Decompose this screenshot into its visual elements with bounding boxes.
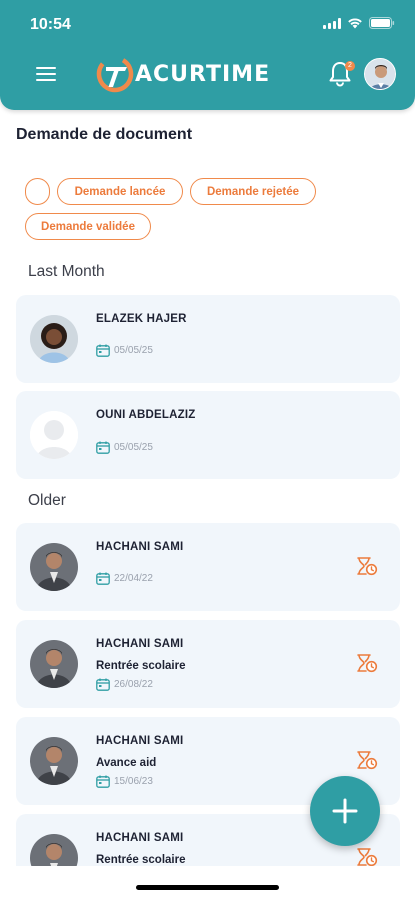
- avatar: [30, 543, 78, 591]
- home-indicator[interactable]: [136, 885, 279, 890]
- employee-name: HACHANI SAMI: [96, 735, 184, 747]
- request-date: 05/05/25: [114, 442, 153, 453]
- section-label-older: Older: [28, 492, 66, 509]
- filter-chip-lancee[interactable]: Demande lancée: [57, 178, 183, 205]
- filter-chip-all[interactable]: [25, 178, 50, 205]
- hourglass-clock-icon: [357, 751, 378, 770]
- date-row: 22/04/22: [96, 572, 153, 585]
- notification-badge: 2: [345, 61, 355, 71]
- request-date: 05/05/25: [114, 345, 153, 356]
- avatar-placeholder: [30, 411, 78, 459]
- date-row: 05/05/25: [96, 344, 153, 357]
- avatar: [30, 737, 78, 785]
- request-card[interactable]: ELAZEK HAJER 05/05/25: [16, 295, 400, 383]
- hourglass-clock-icon: [357, 848, 378, 867]
- filter-chip-rejetee[interactable]: Demande rejetée: [190, 178, 316, 205]
- status-icons: [323, 17, 395, 29]
- calendar-icon: [96, 572, 110, 585]
- status-bar: 10:54: [0, 0, 415, 48]
- status-time: 10:54: [30, 16, 71, 33]
- date-row: 15/06/23: [96, 775, 153, 788]
- employee-name: HACHANI SAMI: [96, 638, 184, 650]
- request-date: 22/04/22: [114, 573, 153, 584]
- section-label-last-month: Last Month: [28, 263, 105, 280]
- calendar-icon: [96, 775, 110, 788]
- calendar-icon: [96, 441, 110, 454]
- add-request-button[interactable]: [310, 776, 380, 846]
- calendar-icon: [96, 678, 110, 691]
- plus-icon: [332, 798, 358, 824]
- request-date: 26/08/22: [114, 679, 153, 690]
- request-card[interactable]: OUNI ABDELAZIZ 05/05/25: [16, 391, 400, 479]
- avatar: [30, 640, 78, 688]
- hourglass-clock-icon: [357, 654, 378, 673]
- page-title: Demande de document: [16, 126, 193, 143]
- request-card[interactable]: HACHANI SAMI 22/04/22: [16, 523, 400, 611]
- request-subject: Rentrée scolaire: [96, 660, 186, 672]
- request-card[interactable]: HACHANI SAMI Rentrée scolaire 26/08/22: [16, 620, 400, 708]
- logo-mark-icon: [96, 55, 134, 93]
- request-subject: Avance aid: [96, 757, 157, 769]
- user-avatar[interactable]: [364, 58, 396, 90]
- employee-name: ELAZEK HAJER: [96, 313, 187, 325]
- app-logo: ACURTIME: [95, 54, 270, 94]
- date-row: 26/08/22: [96, 678, 153, 691]
- signal-icon: [323, 17, 341, 29]
- avatar: [30, 315, 78, 363]
- menu-icon[interactable]: [36, 66, 58, 82]
- employee-name: HACHANI SAMI: [96, 541, 184, 553]
- employee-name: HACHANI SAMI: [96, 832, 184, 844]
- employee-name: OUNI ABDELAZIZ: [96, 409, 196, 421]
- hourglass-clock-icon: [357, 557, 378, 576]
- screen: 10:54 ACURTIME 2 Demande de document Dem…: [0, 0, 415, 900]
- logo-text: ACURTIME: [135, 61, 271, 87]
- calendar-icon: [96, 344, 110, 357]
- request-subject: Rentrée scolaire: [96, 854, 186, 866]
- app-header: 10:54 ACURTIME 2: [0, 0, 415, 110]
- battery-icon: [369, 17, 395, 29]
- wifi-icon: [347, 17, 363, 29]
- bottom-safe-area: [0, 866, 415, 900]
- filter-chip-validee[interactable]: Demande validée: [25, 213, 151, 240]
- request-date: 15/06/23: [114, 776, 153, 787]
- date-row: 05/05/25: [96, 441, 153, 454]
